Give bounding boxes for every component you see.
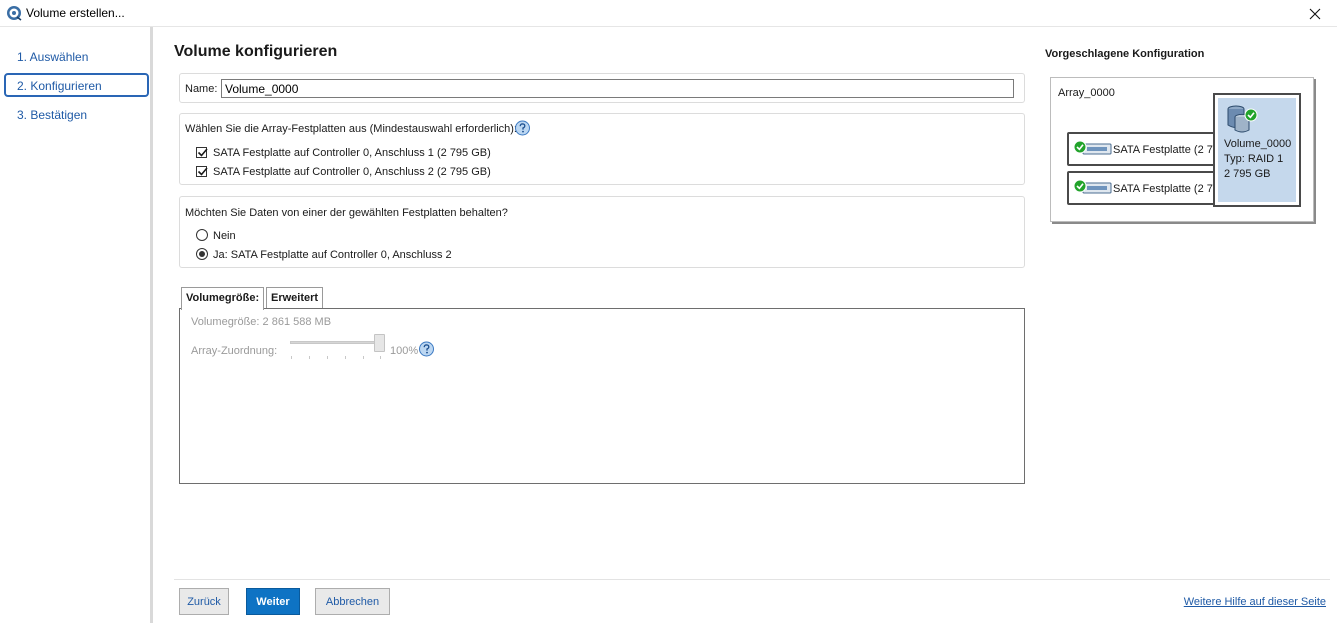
volume-database-icon [1227, 105, 1258, 133]
slider-tick [380, 356, 381, 359]
keep-no-radio[interactable] [196, 229, 208, 241]
slider-tick [327, 356, 328, 359]
hard-drive-icon [1073, 140, 1112, 155]
wizard-steps-sidebar: 1. Auswählen 2. Konfigurieren 3. Bestäti… [0, 27, 153, 623]
suggested-config-panel: Array_0000 SATA Festplatte (2 795 GB) SA… [1050, 77, 1314, 222]
volume-name-input[interactable] [221, 79, 1014, 98]
slider-tick [363, 356, 364, 359]
checkmark-icon [197, 148, 208, 157]
disk-selection-prompt: Wählen Sie die Array-Festplatten aus (Mi… [185, 123, 517, 135]
keep-data-prompt: Möchten Sie Daten von einer der gewählte… [185, 207, 508, 219]
keep-yes-label: Ja: SATA Festplatte auf Controller 0, An… [213, 249, 452, 261]
config-disk-1: SATA Festplatte (2 795 GB) [1067, 132, 1217, 166]
help-icon[interactable] [418, 341, 435, 358]
disk-2-checkbox[interactable] [196, 166, 208, 177]
volume-size: 2 795 GB [1224, 168, 1271, 180]
config-disk-2: SATA Festplatte (2 795 GB) [1067, 171, 1217, 205]
step-confirm[interactable]: 3. Bestätigen [4, 102, 149, 126]
page-title: Volume konfigurieren [174, 43, 338, 60]
disk-1-checkbox[interactable] [196, 147, 208, 158]
close-icon [1309, 8, 1321, 19]
hard-drive-icon [1073, 179, 1112, 194]
tab-advanced[interactable]: Erweitert [266, 287, 324, 309]
name-label: Name: [185, 83, 218, 95]
title-bar: Volume erstellen... [0, 0, 1337, 27]
volume-size-value: Volumegröße: 2 861 588 MB [191, 316, 332, 328]
array-allocation-slider-track [290, 341, 380, 344]
app-disk-icon [7, 6, 22, 21]
name-group: Name: [179, 73, 1025, 103]
volume-card: Volume_0000 Typ: RAID 1 2 795 GB [1213, 93, 1301, 207]
back-button[interactable]: Zurück [179, 588, 229, 615]
help-icon[interactable] [514, 120, 531, 137]
step-configure[interactable]: 2. Konfigurieren [4, 73, 149, 97]
volume-size-panel: Volumegröße: 2 861 588 MB Array-Zuordnun… [179, 308, 1025, 484]
keep-yes-radio[interactable] [196, 248, 208, 260]
suggested-config-title: Vorgeschlagene Konfiguration [1045, 48, 1205, 60]
config-disk-2-label: SATA Festplatte (2 795 GB) [1113, 183, 1215, 195]
footer-divider [174, 579, 1330, 580]
keep-data-group: Möchten Sie Daten von einer der gewählte… [179, 196, 1025, 268]
array-allocation-value: 100% [390, 345, 419, 357]
config-disk-1-label: SATA Festplatte (2 795 GB) [1113, 144, 1215, 156]
next-button[interactable]: Weiter [246, 588, 300, 615]
keep-no-label: Nein [213, 230, 236, 242]
array-name: Array_0000 [1058, 87, 1115, 99]
slider-tick [291, 356, 292, 359]
tab-volume-size[interactable]: Volumegröße: [181, 287, 265, 310]
slider-tick [345, 356, 346, 359]
volume-name: Volume_0000 [1224, 138, 1292, 150]
close-button[interactable] [1293, 0, 1337, 27]
cancel-button[interactable]: Abbrechen [315, 588, 390, 615]
volume-card-body: Volume_0000 Typ: RAID 1 2 795 GB [1218, 98, 1296, 202]
disk-1-label: SATA Festplatte auf Controller 0, Anschl… [213, 147, 491, 159]
window-title: Volume erstellen... [26, 6, 125, 20]
volume-type: Typ: RAID 1 [1224, 153, 1284, 165]
array-allocation-label: Array-Zuordnung: [191, 345, 278, 357]
disk-2-label: SATA Festplatte auf Controller 0, Anschl… [213, 166, 491, 178]
more-help-link[interactable]: Weitere Hilfe auf dieser Seite [1184, 596, 1326, 608]
disk-selection-group: Wählen Sie die Array-Festplatten aus (Mi… [179, 113, 1025, 185]
slider-tick [309, 356, 310, 359]
checkmark-icon [197, 167, 208, 176]
step-select[interactable]: 1. Auswählen [4, 44, 149, 68]
array-allocation-slider[interactable] [374, 334, 385, 352]
